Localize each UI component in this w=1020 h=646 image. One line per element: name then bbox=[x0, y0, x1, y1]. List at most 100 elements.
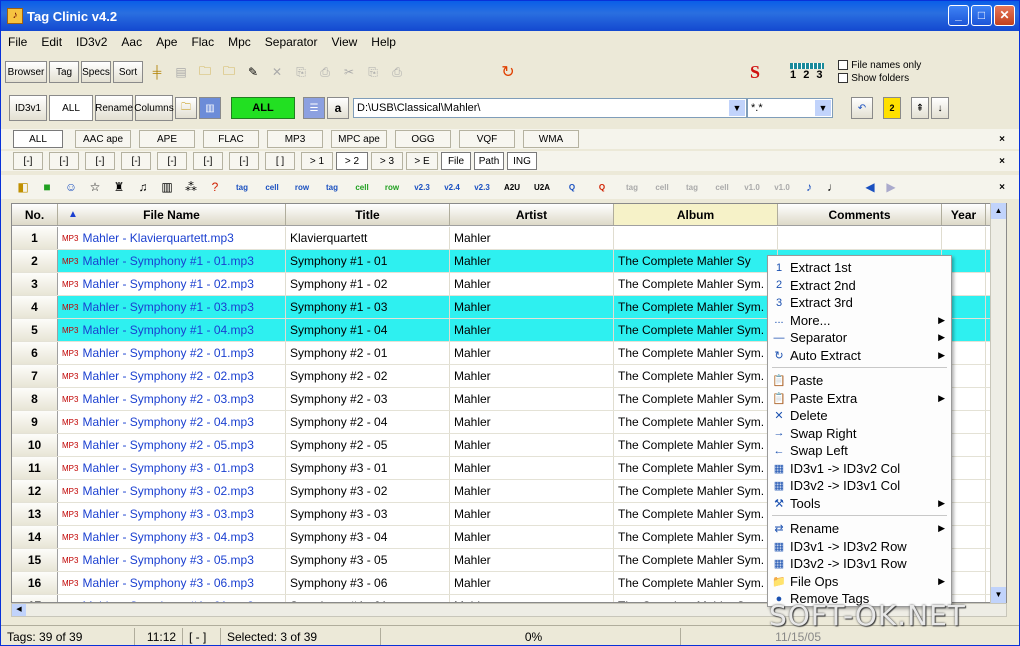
format-filter-all[interactable]: ALL bbox=[13, 130, 63, 148]
figure-icon[interactable]: ♜ bbox=[110, 178, 128, 196]
s-icon[interactable]: S bbox=[750, 62, 760, 83]
title-cell[interactable]: Symphony #1 - 01 bbox=[286, 250, 450, 272]
artist-cell[interactable]: Mahler bbox=[450, 595, 614, 602]
specs-button[interactable]: Specs bbox=[81, 61, 111, 83]
arrow-right-icon[interactable]: ▶ bbox=[882, 178, 900, 196]
title-cell[interactable]: Symphony #2 - 02 bbox=[286, 365, 450, 387]
person-icon[interactable]: ☺ bbox=[62, 178, 80, 196]
bracket-filter-11[interactable]: > E bbox=[406, 152, 438, 170]
action-icon-2[interactable]: row bbox=[290, 178, 314, 196]
vertical-scrollbar[interactable]: ▲ ▼ bbox=[990, 203, 1006, 603]
menu-edit[interactable]: Edit bbox=[34, 35, 69, 49]
pen-icon[interactable]: ✎ bbox=[244, 63, 262, 81]
a-button[interactable]: a bbox=[327, 97, 349, 119]
album-cell[interactable]: The Complete Mahler Sym. bbox=[614, 296, 778, 318]
context-item-delete[interactable]: ✕ Delete bbox=[768, 407, 951, 424]
file-name-cell[interactable]: MP3 Mahler - Symphony #2 - 01.mp3 bbox=[58, 342, 286, 364]
artist-cell[interactable]: Mahler bbox=[450, 296, 614, 318]
action-icon-17[interactable]: v1.0 bbox=[740, 178, 764, 196]
notes-icon[interactable]: ♩ bbox=[824, 178, 842, 196]
action-icon-8[interactable]: v2.3 bbox=[470, 178, 494, 196]
album-cell[interactable]: The Complete Mahler Sym. bbox=[614, 526, 778, 548]
context-item-extract-1st[interactable]: 1 Extract 1st bbox=[768, 259, 951, 276]
folder-open-icon[interactable]: 🗀 bbox=[196, 63, 214, 81]
doc-icon[interactable]: ▤ bbox=[172, 63, 190, 81]
delete-icon[interactable]: ✕ bbox=[268, 63, 286, 81]
bracket-filter-14[interactable]: ING bbox=[507, 152, 537, 170]
file-name-cell[interactable]: MP3 Mahler - Symphony #1 - 01.mp3 bbox=[58, 250, 286, 272]
menu-help[interactable]: Help bbox=[364, 35, 403, 49]
copy2-icon[interactable]: ⎘ bbox=[364, 63, 382, 81]
artist-cell[interactable]: Mahler bbox=[450, 480, 614, 502]
green-tag-icon[interactable]: ■ bbox=[38, 178, 56, 196]
minimize-button[interactable]: _ bbox=[948, 5, 969, 26]
file-name-cell[interactable]: MP3 Mahler - Symphony #1 - 04.mp3 bbox=[58, 319, 286, 341]
star-icon[interactable]: ☆ bbox=[86, 178, 104, 196]
title-cell[interactable]: Symphony #3 - 05 bbox=[286, 549, 450, 571]
file-name-cell[interactable]: MP3 Mahler - Symphony #3 - 06.mp3 bbox=[58, 572, 286, 594]
title-cell[interactable]: Symphony #1 - 02 bbox=[286, 273, 450, 295]
copy-icon[interactable]: ⎘ bbox=[292, 63, 310, 81]
filter-dropdown-icon[interactable]: ▼ bbox=[815, 100, 831, 116]
tab-rename[interactable]: Rename bbox=[95, 95, 133, 121]
context-item-file-ops[interactable]: 📁 File Ops ▶ bbox=[768, 573, 951, 590]
tab-all[interactable]: ALL bbox=[49, 95, 93, 121]
list-button[interactable]: ☰ bbox=[303, 97, 325, 119]
artist-cell[interactable]: Mahler bbox=[450, 434, 614, 456]
file-name-cell[interactable]: MP3 Mahler - Symphony #2 - 03.mp3 bbox=[58, 388, 286, 410]
action-icon-12[interactable]: Q bbox=[590, 178, 614, 196]
index-button[interactable]: 2 bbox=[883, 97, 901, 119]
context-item-paste-extra[interactable]: 📋 Paste Extra ▶ bbox=[768, 390, 951, 407]
format-filter-mpc-ape[interactable]: MPC ape bbox=[331, 130, 387, 148]
album-cell[interactable]: The Complete Mahler Sym. bbox=[614, 365, 778, 387]
all-button[interactable]: ALL bbox=[231, 97, 295, 119]
file-name-cell[interactable]: MP3 Mahler - Symphony #1 - 02.mp3 bbox=[58, 273, 286, 295]
artist-cell[interactable]: Mahler bbox=[450, 250, 614, 272]
path-dropdown-icon[interactable]: ▼ bbox=[729, 100, 745, 116]
context-item-separator[interactable]: — Separator ▶ bbox=[768, 329, 951, 346]
menu-view[interactable]: View bbox=[324, 35, 364, 49]
action-icon-3[interactable]: tag bbox=[320, 178, 344, 196]
chart-icon[interactable]: ▥ bbox=[158, 178, 176, 196]
clipboard-icon[interactable]: ⎙ bbox=[388, 63, 406, 81]
title-cell[interactable]: Symphony #2 - 04 bbox=[286, 411, 450, 433]
split-icon[interactable]: ⁂ bbox=[182, 178, 200, 196]
context-item-tools[interactable]: ⚒ Tools ▶ bbox=[768, 495, 951, 512]
column-header-filename[interactable]: File Name bbox=[58, 204, 286, 225]
file-name-cell[interactable]: MP3 Mahler - Symphony #3 - 04.mp3 bbox=[58, 526, 286, 548]
refresh-icon[interactable]: ↻ bbox=[499, 63, 517, 81]
format-filter-wma[interactable]: WMA bbox=[523, 130, 579, 148]
album-cell[interactable]: The Complete Mahler Sym. bbox=[614, 480, 778, 502]
tab-id3v1[interactable]: ID3v1 bbox=[9, 95, 47, 121]
action-icon-6[interactable]: v2.3 bbox=[410, 178, 434, 196]
artist-cell[interactable]: Mahler bbox=[450, 526, 614, 548]
title-cell[interactable]: Symphony #2 - 03 bbox=[286, 388, 450, 410]
bracket-filter-10[interactable]: > 3 bbox=[371, 152, 403, 170]
bracket-filter-9[interactable]: > 2 bbox=[336, 152, 368, 170]
paste-icon[interactable]: ⎙ bbox=[316, 63, 334, 81]
artist-cell[interactable]: Mahler bbox=[450, 342, 614, 364]
menu-mpc[interactable]: Mpc bbox=[221, 35, 258, 49]
menu-file[interactable]: File bbox=[1, 35, 34, 49]
format-filter-mp3[interactable]: MP3 bbox=[267, 130, 323, 148]
close-bracket-bar-icon[interactable]: × bbox=[999, 156, 1005, 167]
file-name-cell[interactable]: MP3Mahler - Symphony #4 - 01.mp3 bbox=[58, 595, 286, 602]
folder-up-button[interactable]: 🗀 bbox=[175, 97, 197, 119]
column-header-title[interactable]: Title bbox=[286, 204, 450, 225]
format-filter-ape[interactable]: APE bbox=[139, 130, 195, 148]
columns-toggle-button[interactable]: ▥ bbox=[199, 97, 221, 119]
file-name-cell[interactable]: MP3 Mahler - Klavierquartett.mp3 bbox=[58, 227, 286, 249]
comments-cell[interactable] bbox=[778, 227, 942, 249]
close-icon-bar-icon[interactable]: × bbox=[999, 182, 1005, 193]
file-name-cell[interactable]: MP3 Mahler - Symphony #2 - 02.mp3 bbox=[58, 365, 286, 387]
bracket-filter-7[interactable]: [ ] bbox=[265, 152, 295, 170]
column-header-artist[interactable]: Artist bbox=[450, 204, 614, 225]
album-cell[interactable]: The Complete Mahler Sym. bbox=[614, 388, 778, 410]
artist-cell[interactable]: Mahler bbox=[450, 227, 614, 249]
table-row[interactable]: 1 MP3 Mahler - Klavierquartett.mp3 Klavierq… bbox=[12, 227, 1006, 250]
filenames-only-checkbox[interactable]: File names only bbox=[838, 59, 921, 72]
sort-button[interactable]: Sort bbox=[113, 61, 143, 83]
path-field[interactable]: D:\USB\Classical\Mahler\ ▼ bbox=[353, 98, 747, 118]
menu-id3v2[interactable]: ID3v2 bbox=[69, 35, 114, 49]
bracket-filter-2[interactable]: [-] bbox=[85, 152, 115, 170]
